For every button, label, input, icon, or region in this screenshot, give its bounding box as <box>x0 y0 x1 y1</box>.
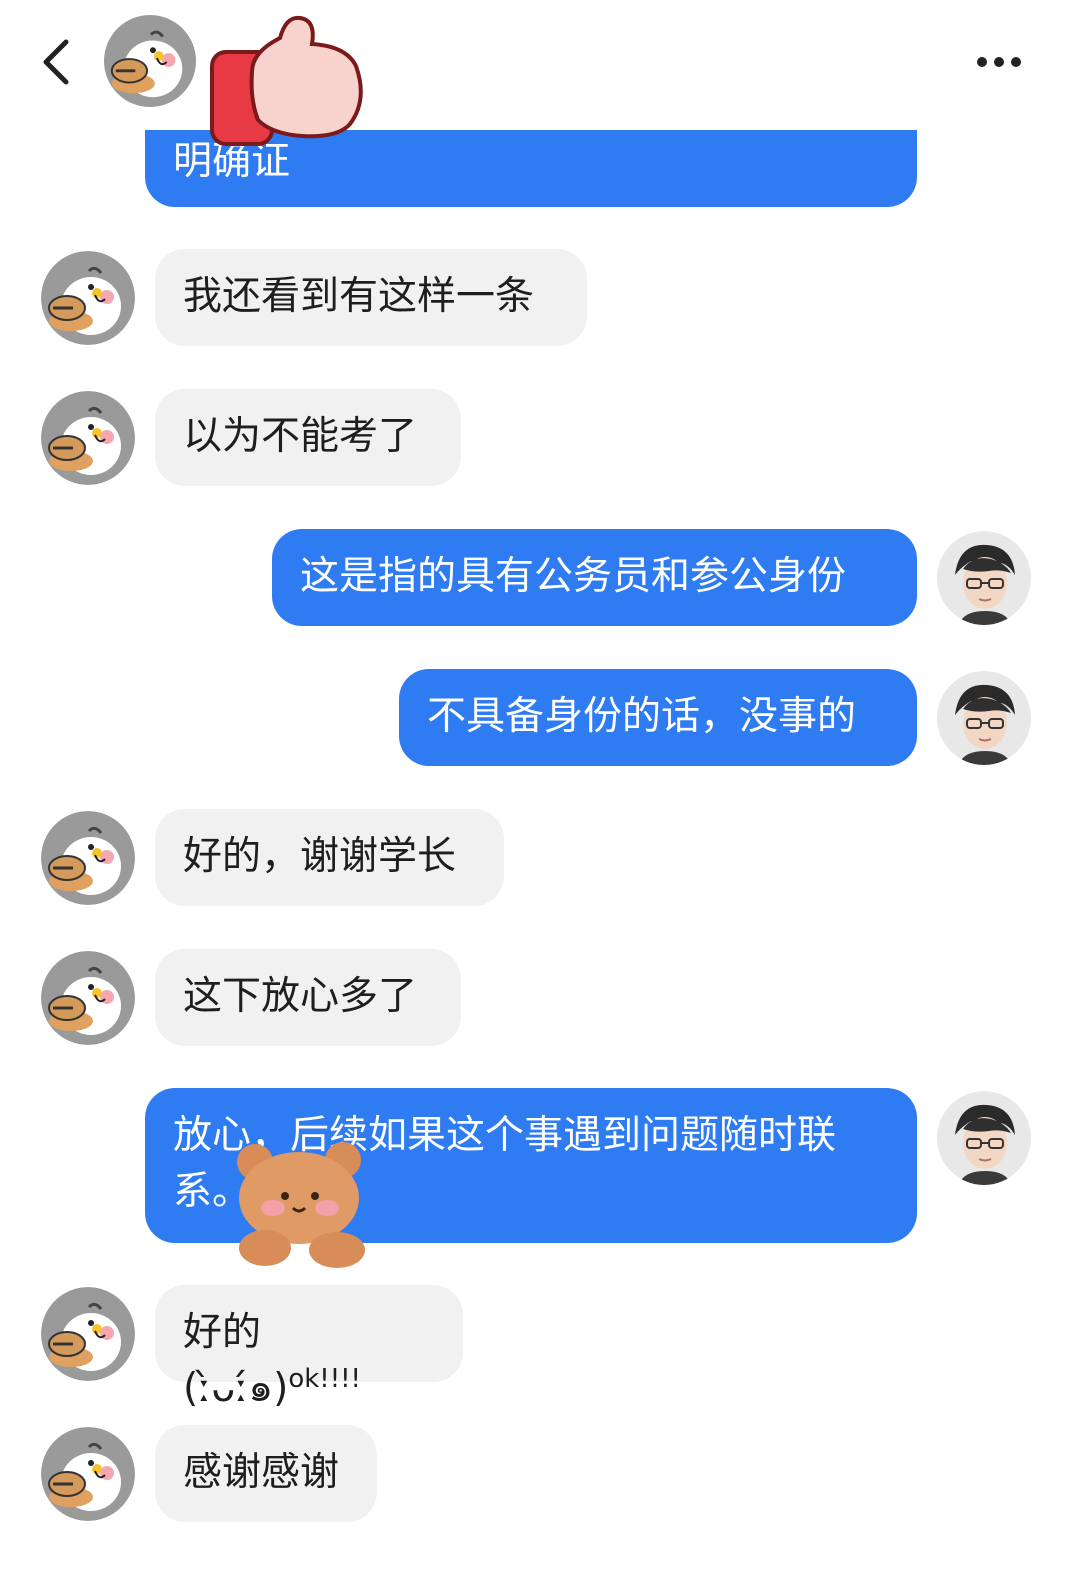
contact-avatar[interactable] <box>41 1287 135 1381</box>
outgoing-message-bubble[interactable]: 这是指的具有公务员和参公身份 <box>272 529 917 626</box>
contact-avatar[interactable] <box>104 15 196 107</box>
contact-avatar[interactable] <box>41 1427 135 1521</box>
my-avatar[interactable] <box>937 671 1031 765</box>
bear-sticker <box>237 1142 365 1268</box>
message-text: 感谢感谢 <box>183 1450 340 1495</box>
message-text: 这下放心多了 <box>183 974 418 1019</box>
message-text: 不具备身份的话，没事的 <box>427 694 857 739</box>
chat-header <box>0 0 1080 130</box>
chevron-left-icon <box>43 39 69 85</box>
incoming-message-bubble[interactable]: 好的 (ː̀ᴗː́๑)ok!!!! <box>155 1285 463 1411</box>
message-superscript: ok!!!! <box>288 1364 361 1394</box>
message-text: 好的，谢谢学长 <box>183 834 457 879</box>
message-text: 以为不能考了 <box>183 414 418 459</box>
contact-avatar[interactable] <box>41 951 135 1045</box>
more-button[interactable] <box>968 44 1028 80</box>
message-text: 我还看到有这样一条 <box>183 274 535 319</box>
outgoing-message-bubble[interactable]: 不具备身份的话，没事的 <box>399 669 917 766</box>
thumbs-up-sticker <box>210 15 363 146</box>
contact-avatar[interactable] <box>41 251 135 345</box>
incoming-message-bubble[interactable]: 好的，谢谢学长 <box>155 809 504 906</box>
incoming-message-bubble[interactable]: 这下放心多了 <box>155 949 461 1046</box>
contact-avatar[interactable] <box>41 811 135 905</box>
more-horizontal-icon <box>977 57 1021 67</box>
contact-avatar[interactable] <box>41 391 135 485</box>
my-avatar[interactable] <box>937 1091 1031 1185</box>
back-button[interactable] <box>36 34 82 90</box>
incoming-message-bubble[interactable]: 感谢感谢 <box>155 1425 377 1522</box>
incoming-message-bubble[interactable]: 以为不能考了 <box>155 389 461 486</box>
incoming-message-bubble[interactable]: 我还看到有这样一条 <box>155 249 587 346</box>
my-avatar[interactable] <box>937 531 1031 625</box>
message-text: 这是指的具有公务员和参公身份 <box>300 554 847 599</box>
message-text: 好的 (ː̀ᴗː́๑) <box>183 1310 289 1411</box>
